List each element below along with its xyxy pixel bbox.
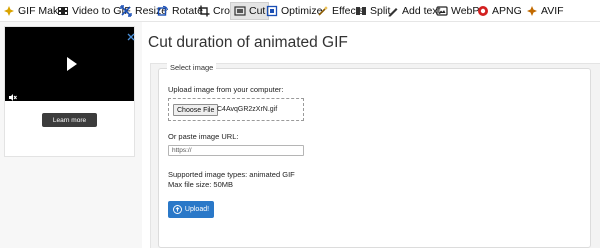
form-panel: Select image Upload image from your comp… — [150, 63, 600, 248]
image-url-input[interactable] — [168, 145, 304, 156]
upload-button-label: Upload! — [184, 206, 210, 213]
apng-icon — [477, 5, 489, 17]
tool-label: Add text — [402, 5, 441, 17]
video-ad[interactable]: Learn more — [4, 26, 135, 157]
rotate-icon — [157, 5, 169, 17]
tool-label: WebP — [451, 5, 480, 17]
resize-icon — [120, 5, 132, 17]
fieldset-legend: Select image — [167, 63, 217, 72]
select-image-fieldset: Select image Upload image from your comp… — [158, 63, 591, 248]
supported-types-text: Supported image types: animated GIF — [168, 170, 295, 179]
gif-maker-icon — [3, 5, 15, 17]
avif-icon — [526, 5, 538, 17]
video-icon — [57, 5, 69, 17]
tool-add-text[interactable]: Add text — [387, 3, 441, 19]
tool-split[interactable]: Split — [355, 3, 390, 19]
choose-file-button[interactable]: Choose File — [173, 104, 219, 116]
tool-apng[interactable]: APNG — [477, 3, 522, 19]
selected-filename: C4AvqGR2zXrN.gif — [217, 106, 278, 113]
tool-optimize[interactable]: Optimize — [266, 3, 322, 19]
url-label: Or paste image URL: — [168, 132, 239, 141]
ad-video-player[interactable] — [5, 27, 134, 101]
mute-icon[interactable] — [8, 89, 17, 101]
effects-icon — [317, 5, 329, 17]
upload-button[interactable]: Upload! — [168, 201, 214, 218]
max-file-size-text: Max file size: 50MB — [168, 180, 234, 189]
upload-label: Upload image from your computer: — [168, 85, 284, 94]
learn-more-button[interactable]: Learn more — [42, 113, 97, 127]
tool-avif[interactable]: AVIF — [526, 3, 564, 19]
file-drop-area[interactable]: Choose File C4AvqGR2zXrN.gif — [168, 98, 304, 121]
tool-cut[interactable]: Cut — [230, 2, 270, 20]
play-icon[interactable] — [67, 57, 77, 71]
main-content: Cut duration of animated GIF Select imag… — [142, 22, 600, 248]
webp-icon — [436, 5, 448, 17]
tool-webp[interactable]: WebP — [436, 3, 479, 19]
top-toolbar: GIF Maker Video to GIF Resize Rotate Cro… — [0, 0, 600, 22]
cut-icon — [234, 5, 246, 17]
cloud-upload-icon — [172, 205, 182, 214]
page-title: Cut duration of animated GIF — [148, 34, 348, 51]
optimize-icon — [266, 5, 278, 17]
ad-column: Learn more — [0, 22, 142, 248]
split-icon — [355, 5, 367, 17]
tool-label: Cut — [249, 5, 266, 17]
ad-close-icon[interactable] — [127, 28, 135, 41]
tool-rotate[interactable]: Rotate — [157, 3, 203, 19]
tool-label: AVIF — [541, 5, 564, 17]
tool-label: APNG — [492, 5, 522, 17]
crop-icon — [198, 5, 210, 17]
add-text-icon — [387, 5, 399, 17]
